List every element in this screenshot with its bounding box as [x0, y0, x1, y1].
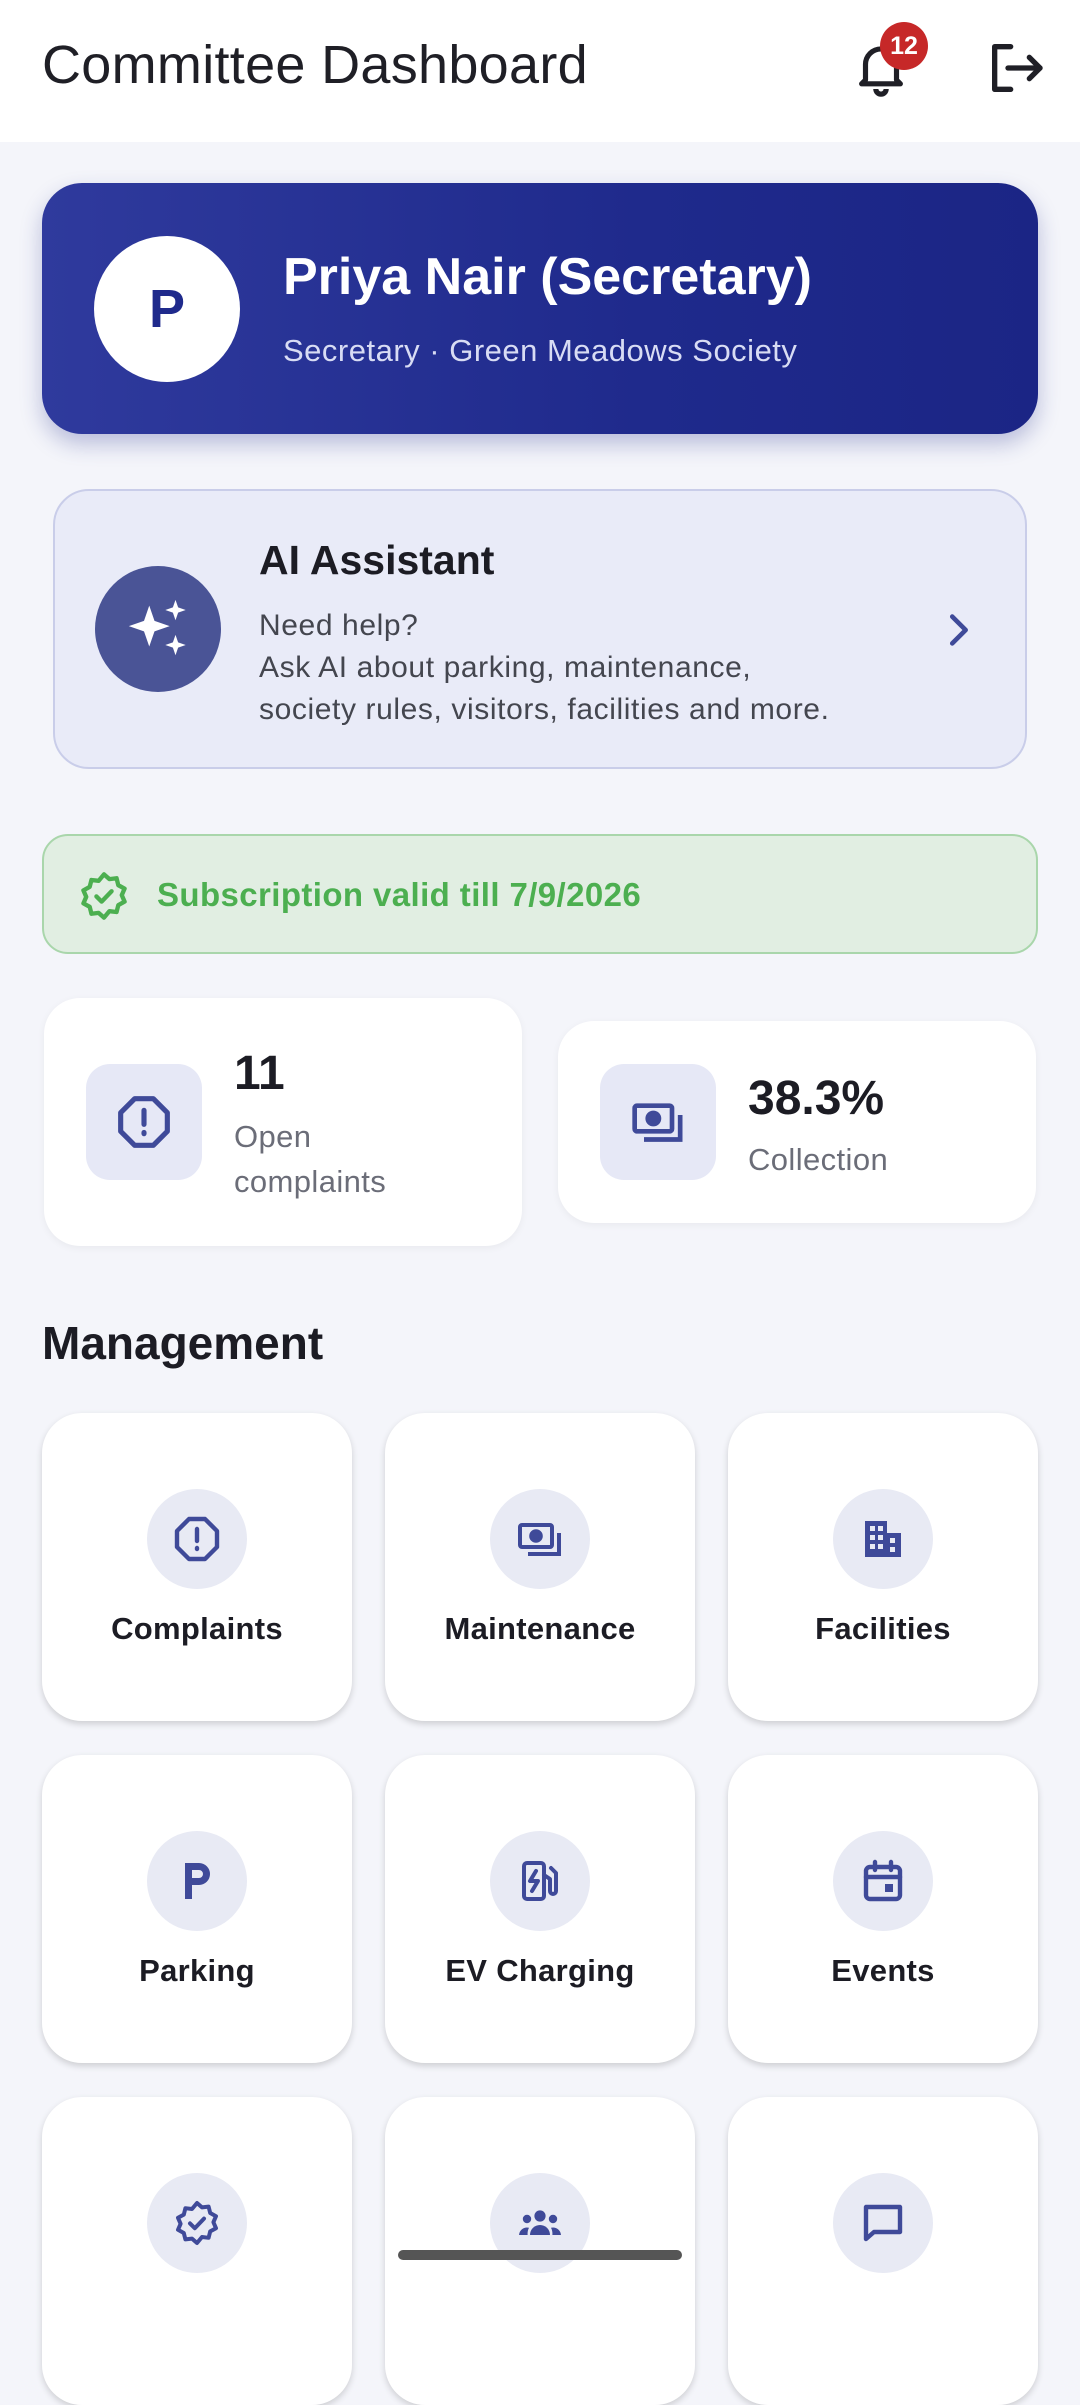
tile-icon-circle	[147, 2173, 247, 2273]
collection-stat-card[interactable]: 38.3% Collection	[558, 1021, 1036, 1223]
tile-parking[interactable]: Parking	[42, 1755, 352, 2063]
profile-name: Priya Nair (Secretary)	[283, 248, 812, 306]
tile-label: Facilities	[815, 1611, 951, 1646]
tile-maintenance[interactable]: Maintenance	[385, 1413, 695, 1721]
stat-icon-box	[86, 1064, 202, 1180]
stat-icon-box	[600, 1064, 716, 1180]
tile-icon-circle	[490, 1489, 590, 1589]
tile-label: Maintenance	[444, 1611, 636, 1646]
tile-label: Events	[831, 1953, 935, 1988]
open-complaints-label-line2: complaints	[234, 1164, 387, 1199]
collection-label: Collection	[748, 1142, 889, 1177]
home-indicator[interactable]	[398, 2250, 682, 2260]
open-complaints-label-line1: Open	[234, 1119, 312, 1154]
subscription-text: Subscription valid till 7/9/2026	[157, 876, 642, 913]
tile-label: Parking	[139, 1953, 255, 1988]
management-section-title: Management	[42, 1317, 324, 1369]
tile-icon-circle	[833, 1489, 933, 1589]
tile-icon-circle	[147, 1489, 247, 1589]
chat-bubble-icon	[863, 2204, 903, 2242]
verified-badge-icon	[81, 872, 127, 920]
tile-icon-circle	[490, 1831, 590, 1931]
tile-ev-charging[interactable]: EV Charging	[385, 1755, 695, 2063]
tile-verification[interactable]	[42, 2097, 352, 2405]
page-title: Committee Dashboard	[42, 35, 588, 95]
logout-icon	[992, 44, 1043, 92]
ai-title: AI Assistant	[259, 537, 495, 583]
payments-icon	[518, 1523, 561, 1556]
logout-button[interactable]	[984, 36, 1048, 100]
tile-events[interactable]: Events	[728, 1755, 1038, 2063]
tile-icon-circle	[833, 1831, 933, 1931]
avatar: P	[94, 236, 240, 382]
ai-icon-circle	[95, 566, 221, 692]
tile-label: EV Charging	[445, 1953, 635, 1988]
building-icon	[865, 1521, 901, 1557]
open-complaints-value: 11	[234, 1047, 285, 1100]
profile-subtitle: Secretary · Green Meadows Society	[283, 333, 798, 368]
alert-octagon-icon	[174, 1516, 220, 1562]
tile-complaints[interactable]: Complaints	[42, 1413, 352, 1721]
tile-messages[interactable]	[728, 2097, 1038, 2405]
group-icon	[519, 2210, 561, 2235]
tile-icon-circle	[833, 2173, 933, 2273]
calendar-icon	[863, 1859, 903, 1902]
open-complaints-stat-card[interactable]: 11 Open complaints	[44, 998, 522, 1246]
tile-label: Complaints	[111, 1611, 283, 1646]
parking-icon	[185, 1863, 210, 1899]
chevron-right-icon	[949, 614, 968, 646]
payments-icon	[632, 1103, 683, 1142]
sparkles-icon	[128, 599, 186, 656]
verified-badge-icon	[176, 2201, 218, 2245]
tile-facilities[interactable]: Facilities	[728, 1413, 1038, 1721]
alert-octagon-icon	[118, 1096, 170, 1148]
app-bar: Committee Dashboard 12	[0, 0, 1080, 142]
ai-description-line-2: society rules, visitors, facilities and …	[259, 693, 830, 726]
notification-count-badge: 12	[880, 22, 928, 70]
ai-description-line-1: Ask AI about parking, maintenance,	[259, 651, 752, 684]
profile-card[interactable]: P Priya Nair (Secretary) Secretary · Gre…	[42, 183, 1038, 434]
collection-value: 38.3%	[748, 1072, 885, 1125]
subscription-banner: Subscription valid till 7/9/2026	[42, 834, 1038, 954]
ai-assistant-card[interactable]: AI Assistant Need help? Ask AI about par…	[53, 489, 1027, 769]
tile-icon-circle	[147, 1831, 247, 1931]
ai-help-line: Need help?	[259, 609, 419, 642]
ev-station-icon	[522, 1861, 558, 1901]
